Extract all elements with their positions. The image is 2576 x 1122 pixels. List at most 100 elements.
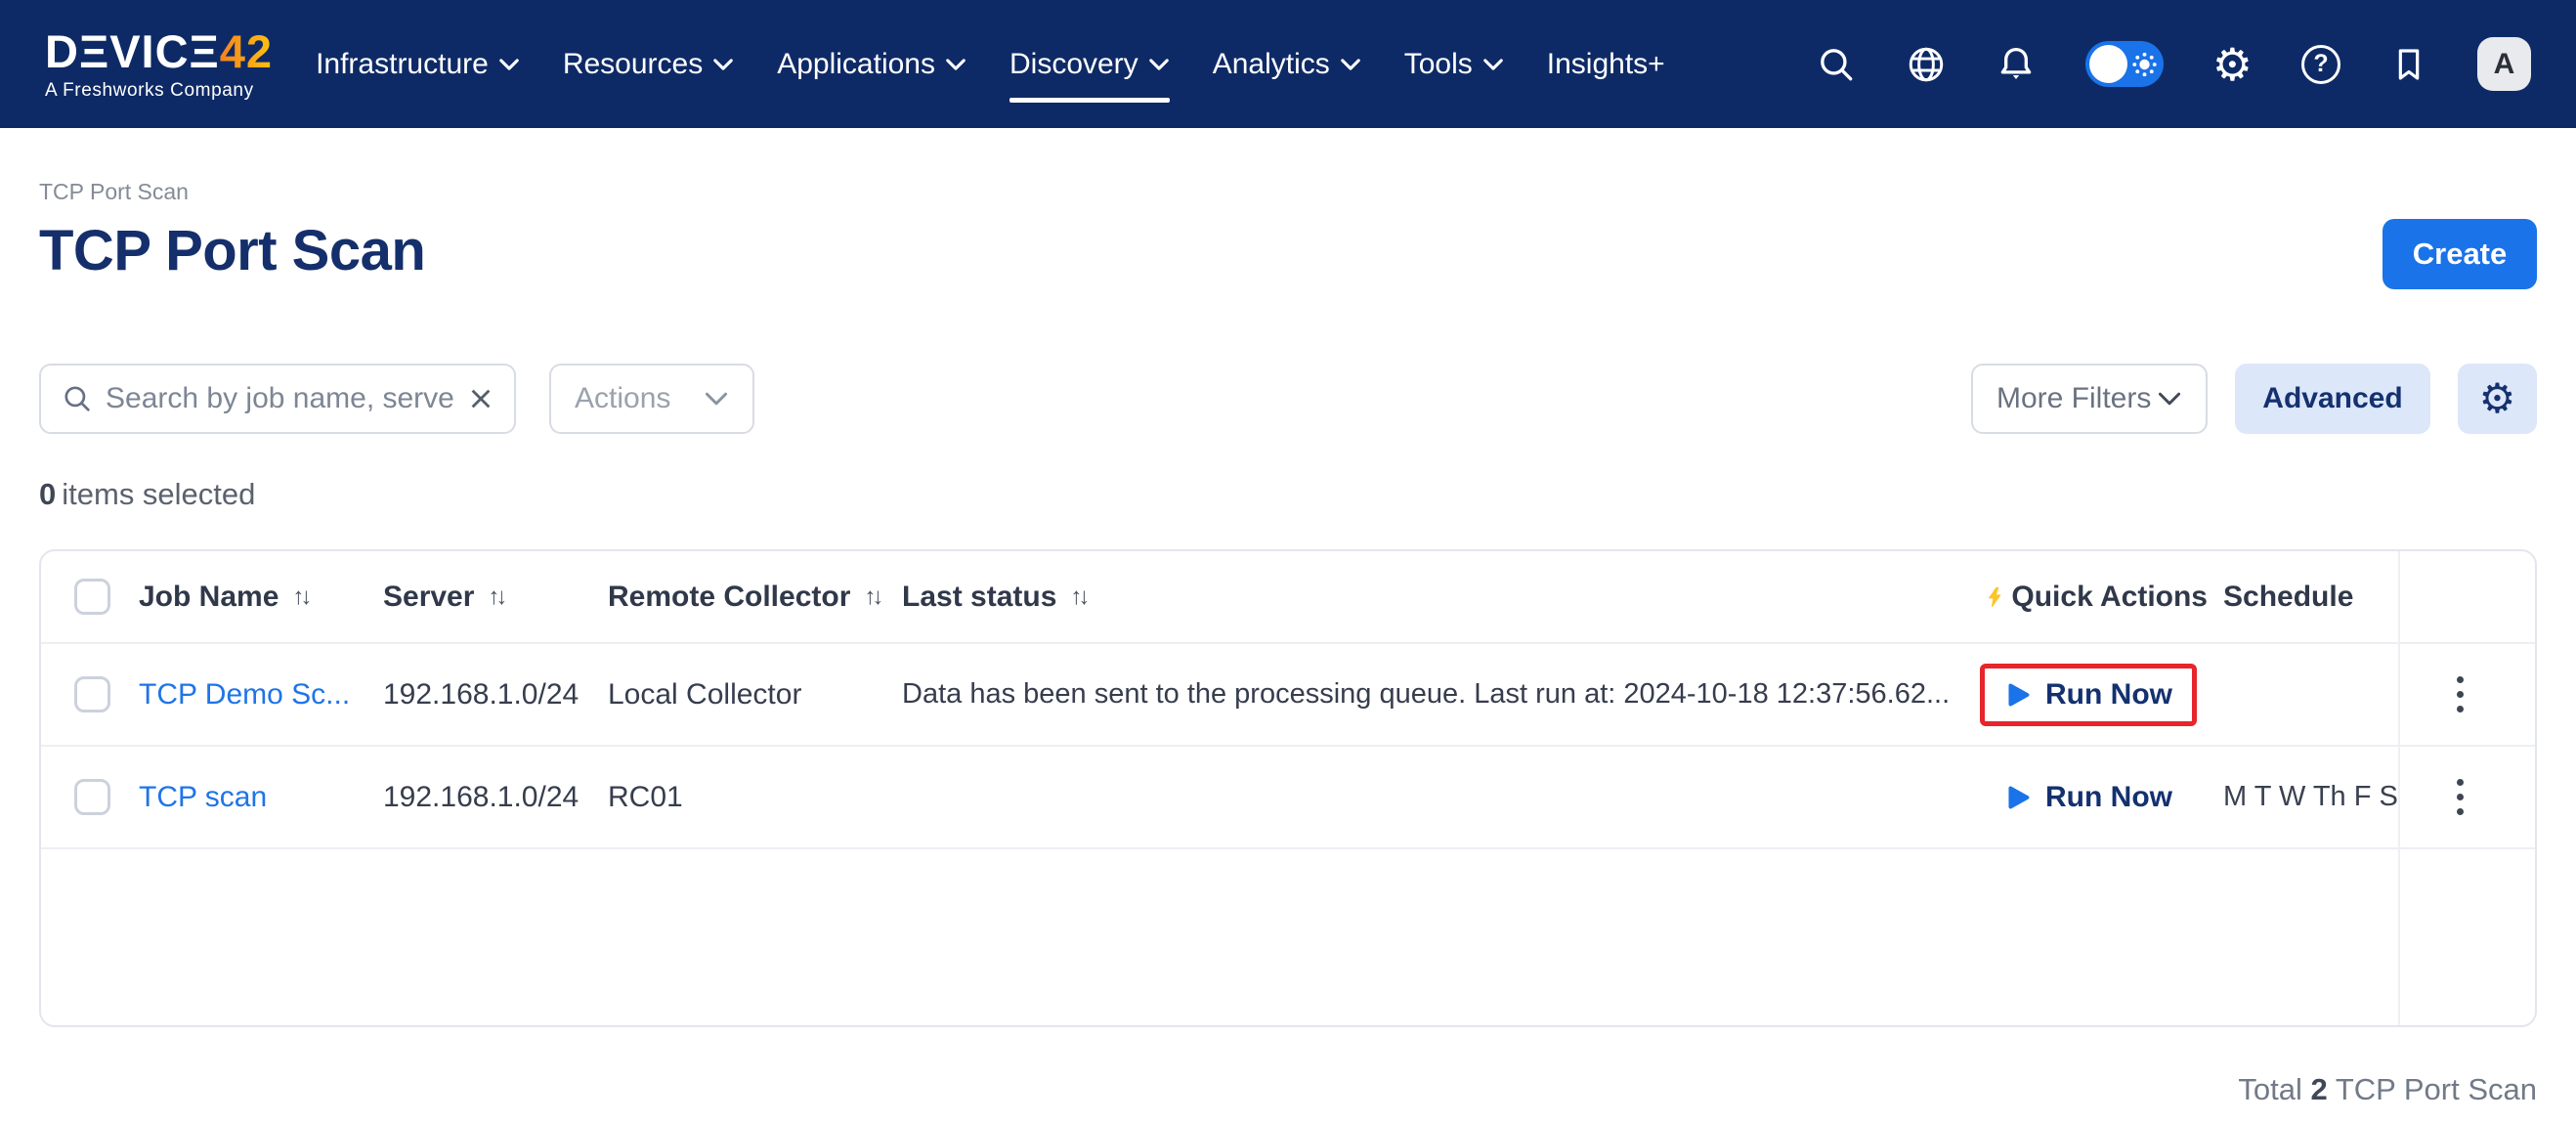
total-prefix: Total	[2238, 1072, 2301, 1106]
row-menu-cell	[2398, 644, 2535, 745]
bookmark-icon[interactable]	[2389, 45, 2428, 84]
nav-item-analytics[interactable]: Analytics	[1213, 42, 1361, 87]
total-suffix: TCP Port Scan	[2336, 1072, 2537, 1106]
kebab-menu-icon[interactable]	[2449, 669, 2471, 720]
logo-text-primary: DΞVICΞ	[45, 25, 220, 77]
more-filters-label: More Filters	[1996, 382, 2151, 415]
run-now-button-highlighted[interactable]: Run Now	[1980, 664, 2197, 726]
search-input[interactable]	[106, 382, 455, 415]
kebab-menu-icon[interactable]	[2449, 771, 2471, 823]
play-icon	[2004, 681, 2032, 709]
column-header-server[interactable]: Server ↑↓	[383, 581, 608, 614]
toolbar-left: Actions	[39, 364, 754, 434]
job-name-cell: TCP Demo Sc...	[139, 678, 383, 712]
remote-collector-cell: Local Collector	[608, 678, 902, 712]
row-checkbox-cell	[41, 779, 139, 815]
notifications-bell-icon[interactable]	[1996, 44, 2037, 85]
search-icon[interactable]	[1816, 44, 1857, 85]
nav-item-label: Resources	[563, 48, 703, 81]
column-header-quick-actions: Quick Actions	[1949, 581, 2223, 614]
schedule-cell: M T W Th F S Su 15:	[2223, 781, 2398, 813]
total-count: 2	[2311, 1072, 2328, 1106]
breadcrumb[interactable]: TCP Port Scan	[39, 179, 2537, 205]
table-empty-area	[41, 849, 2535, 1025]
actions-dropdown-label: Actions	[575, 382, 670, 415]
column-header-remote-collector[interactable]: Remote Collector ↑↓	[608, 581, 902, 614]
chevron-down-icon	[2157, 391, 2182, 407]
remote-collector-cell: RC01	[608, 781, 902, 814]
page-content: TCP Port Scan TCP Port Scan Create Actio…	[0, 179, 2576, 1107]
row-menu-cell	[2398, 747, 2535, 847]
search-box	[39, 364, 516, 434]
table-header-row: Job Name ↑↓ Server ↑↓ Remote Collector ↑↓ L…	[41, 551, 2535, 644]
selection-summary: 0items selected	[39, 477, 2537, 512]
device42-logo[interactable]: DΞVICΞ42 A Freshworks Company	[45, 27, 273, 102]
nav-item-resources[interactable]: Resources	[563, 42, 734, 87]
nav-item-tools[interactable]: Tools	[1404, 42, 1504, 87]
chevron-down-icon	[1148, 58, 1170, 71]
column-label: Server	[383, 581, 474, 614]
clear-search-icon[interactable]	[467, 385, 494, 412]
table-total: Total 2 TCP Port Scan	[39, 1072, 2537, 1107]
sort-icon[interactable]: ↑↓	[292, 583, 308, 611]
settings-gear-icon[interactable]: ⚙	[2212, 42, 2253, 87]
advanced-button[interactable]: Advanced	[2235, 364, 2430, 434]
sort-icon[interactable]: ↑↓	[1070, 583, 1086, 611]
row-checkbox[interactable]	[74, 779, 110, 815]
logo-text-accent: 42	[220, 25, 273, 77]
column-header-schedule: Schedule	[2223, 581, 2398, 614]
help-icon[interactable]: ?	[2301, 45, 2340, 84]
main-nav-menu: Infrastructure Resources Applications Di…	[316, 42, 1665, 87]
sun-icon	[2131, 51, 2158, 77]
sort-icon[interactable]: ↑↓	[488, 583, 503, 611]
job-name-link[interactable]: TCP Demo Sc...	[139, 678, 350, 712]
chevron-down-icon	[1340, 58, 1361, 71]
column-label: Job Name	[139, 581, 279, 614]
chevron-down-icon	[498, 58, 520, 71]
sort-icon[interactable]: ↑↓	[864, 583, 880, 611]
column-label: Schedule	[2223, 581, 2353, 614]
column-header-last-status[interactable]: Last status↑↓	[902, 581, 1949, 614]
job-name-link[interactable]: TCP scan	[139, 781, 267, 814]
nav-item-label: Analytics	[1213, 48, 1330, 81]
column-label: Remote Collector	[608, 581, 850, 614]
column-label: Quick Actions	[2011, 581, 2208, 614]
run-now-label: Run Now	[2045, 781, 2172, 814]
gear-icon: ⚙	[2479, 376, 2516, 421]
table-settings-button[interactable]: ⚙	[2458, 364, 2537, 434]
nav-item-label: Applications	[777, 48, 935, 81]
column-header-job-name[interactable]: Job Name ↑↓	[139, 581, 383, 614]
row-checkbox-cell	[41, 676, 139, 712]
toolbar: Actions More Filters Advanced ⚙	[39, 364, 2537, 434]
server-cell: 192.168.1.0/24	[383, 781, 608, 814]
play-icon	[2004, 784, 2032, 811]
create-button[interactable]: Create	[2383, 219, 2537, 289]
user-avatar[interactable]: A	[2477, 37, 2531, 91]
actions-dropdown[interactable]: Actions	[549, 364, 754, 434]
quick-actions-cell: Run Now	[1949, 766, 2223, 829]
row-checkbox[interactable]	[74, 676, 110, 712]
header-menu-cell	[2398, 551, 2535, 642]
more-filters-dropdown[interactable]: More Filters	[1971, 364, 2208, 434]
nav-item-label: Discovery	[1009, 48, 1138, 81]
select-all-checkbox[interactable]	[74, 579, 110, 615]
nav-item-label: Insights+	[1547, 48, 1665, 81]
nav-item-label: Infrastructure	[316, 48, 489, 81]
run-now-button[interactable]: Run Now	[1980, 766, 2197, 829]
last-status-cell: Data has been sent to the processing que…	[902, 678, 1949, 711]
pinned-column-divider	[2398, 849, 2535, 1025]
server-cell: 192.168.1.0/24	[383, 678, 608, 712]
globe-icon[interactable]	[1906, 44, 1947, 85]
chevron-down-icon	[704, 391, 729, 407]
table-row: TCP scan 192.168.1.0/24 RC01 Run Now M T…	[41, 747, 2535, 849]
selection-count: 0	[39, 477, 56, 511]
nav-item-discovery[interactable]: Discovery	[1009, 42, 1170, 87]
page-title: TCP Port Scan	[39, 219, 425, 283]
theme-toggle[interactable]	[2085, 41, 2164, 87]
lightning-bolt-icon	[1988, 582, 2001, 613]
avatar-initial: A	[2494, 48, 2515, 81]
nav-item-infrastructure[interactable]: Infrastructure	[316, 42, 520, 87]
nav-item-applications[interactable]: Applications	[777, 42, 966, 87]
table-row: TCP Demo Sc... 192.168.1.0/24 Local Coll…	[41, 644, 2535, 747]
nav-item-insights[interactable]: Insights+	[1547, 42, 1665, 87]
